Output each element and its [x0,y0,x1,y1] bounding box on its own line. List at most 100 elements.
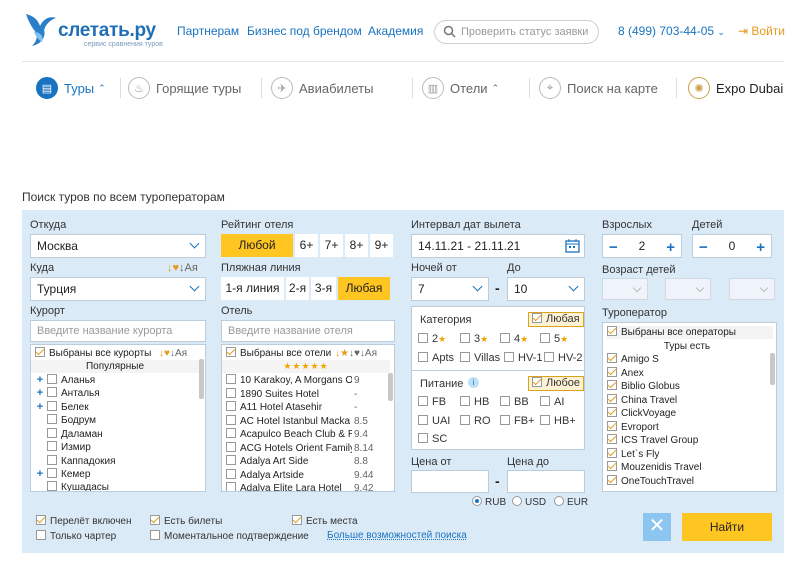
table-row[interactable]: AC Hotel Istanbul Macka 8.5 [226,414,386,428]
checkbox-checked[interactable] [607,407,617,417]
checkbox[interactable] [226,428,236,438]
expand-icon[interactable]: + [35,402,45,413]
checkbox[interactable] [540,415,550,425]
list-item[interactable]: Измир [47,441,91,454]
checkbox[interactable] [226,374,236,384]
list-item[interactable]: Кушадасы [47,481,109,491]
food-ro[interactable]: RO [460,415,491,427]
checkbox-checked[interactable] [607,447,617,458]
checkbox[interactable] [47,481,57,491]
dates-picker[interactable]: 14.11.21 - 21.11.21 [411,234,585,258]
food-ai[interactable]: AI [540,396,564,408]
scrollbar[interactable] [770,353,775,385]
checkbox[interactable] [418,352,428,362]
food-fb-plus[interactable]: FB+ [500,415,534,427]
checkbox[interactable] [36,530,46,540]
sort-controls[interactable]: ↓♥↓Ая [167,262,198,274]
academy-link[interactable]: Академия [368,24,423,38]
resorts-all-item[interactable]: Выбраны все курорты [35,347,151,360]
expand-icon[interactable]: + [35,375,45,386]
checkbox-checked[interactable] [35,347,45,357]
rating-9-button[interactable]: 9+ [370,234,393,257]
checkbox[interactable] [226,387,236,398]
list-item[interactable]: ClickVoyage [607,407,676,420]
beach-1-button[interactable]: 1-я линия [221,277,284,300]
list-item[interactable]: Даламан [47,428,103,441]
checkbox[interactable] [460,396,470,406]
food-sc[interactable]: SC [418,433,447,445]
list-item[interactable]: Amigo S [607,353,659,366]
info-icon[interactable]: i [468,377,479,388]
star-filter[interactable]: ★★★★★ [222,360,390,373]
radio-checked[interactable] [472,496,482,506]
calendar-icon[interactable] [565,239,580,253]
table-row[interactable]: A11 Hotel Atasehir - [226,401,386,414]
table-row[interactable]: 10 Karakoy, A Morgans O9 [226,374,386,387]
reset-button[interactable]: ✕ [643,513,671,541]
checkbox-checked[interactable] [607,326,617,336]
partners-link[interactable]: Партнерам [177,24,239,38]
checkbox[interactable] [500,415,510,425]
phone-dropdown[interactable]: 8 (499) 703-44-05 ⌄ [618,24,725,38]
plus-icon[interactable]: + [666,237,675,259]
checkbox[interactable] [47,387,57,397]
checkbox[interactable] [150,530,160,540]
checkbox-checked[interactable] [150,515,160,525]
checkbox[interactable] [226,401,236,411]
category-5[interactable]: 5★ [540,333,568,345]
tab-map-search[interactable]: ⌖ Поиск на карте [539,76,658,100]
food-bb[interactable]: BB [500,396,529,408]
nights-from-select[interactable]: 7 [411,277,489,301]
children-stepper[interactable]: − 0 + [692,234,772,258]
checkbox[interactable] [47,401,57,411]
adults-stepper[interactable]: − 2 + [602,234,682,258]
hotel-search-input[interactable]: Введите название отеля [221,320,395,342]
table-row[interactable]: Adalya Artside 9.44 [226,468,386,482]
food-any[interactable]: Любое [528,376,585,391]
beach-3-button[interactable]: 3-я [311,277,336,300]
checkbox[interactable] [504,352,514,362]
checkbox[interactable] [226,455,236,465]
category-any[interactable]: Любая [528,312,584,327]
list-item[interactable]: Anex [607,366,644,380]
table-row[interactable]: Adalya Art Side 8.8 [226,455,386,468]
checkbox[interactable] [418,333,428,343]
food-fb[interactable]: FB [418,396,446,408]
list-item[interactable]: Бодрум [47,414,96,427]
expand-icon[interactable]: + [35,388,45,399]
category-2[interactable]: 2★ [418,333,446,345]
table-row[interactable]: 1890 Suites Hotel - [226,387,386,401]
category-3[interactable]: 3★ [460,333,488,345]
expand-icon[interactable]: + [35,469,45,480]
resort-search-input[interactable]: Введите название курорта [30,320,206,342]
checkbox[interactable] [226,441,236,452]
beach-2-button[interactable]: 2-я [286,277,309,300]
checkbox-checked[interactable] [607,434,617,444]
list-item[interactable]: ICS Travel Group [607,434,698,447]
checkbox[interactable] [544,352,554,362]
from-select[interactable]: Москва [30,234,206,258]
food-uai[interactable]: UAI [418,415,450,427]
list-item[interactable]: Каппадокия [47,455,116,468]
minus-icon[interactable]: − [699,237,708,259]
checkbox[interactable] [418,433,428,443]
checkbox-checked[interactable] [36,515,46,525]
checkbox[interactable] [460,415,470,425]
rating-7-button[interactable]: 7+ [320,234,343,257]
checkbox[interactable] [47,455,57,465]
scrollbar[interactable] [199,359,204,399]
table-row[interactable]: Acapulco Beach Club & R 9.4 [226,428,386,441]
radio[interactable] [512,496,522,506]
hotel-list[interactable]: Выбраны все отели ↓★↓♥↓Ая ★★★★★ 10 Karak… [221,344,395,492]
currency-eur[interactable]: EUR [554,496,588,508]
tab-hotels[interactable]: ▥ Отели ⌃ [422,76,499,100]
list-item[interactable]: Evroport [607,420,659,434]
operator-list[interactable]: Выбраны все операторы Туры есть Amigo S A… [602,322,777,492]
checkbox[interactable] [226,414,236,425]
checkbox[interactable] [460,352,470,362]
checkbox[interactable] [418,415,428,425]
plus-icon[interactable]: + [756,237,765,259]
resort-list[interactable]: Выбраны все курорты ↓♥↓Ая Популярные + Ал… [30,344,206,492]
table-row[interactable]: Adalya Elite Lara Hotel 9.42 [226,482,386,491]
list-item[interactable]: China Travel [607,393,677,407]
